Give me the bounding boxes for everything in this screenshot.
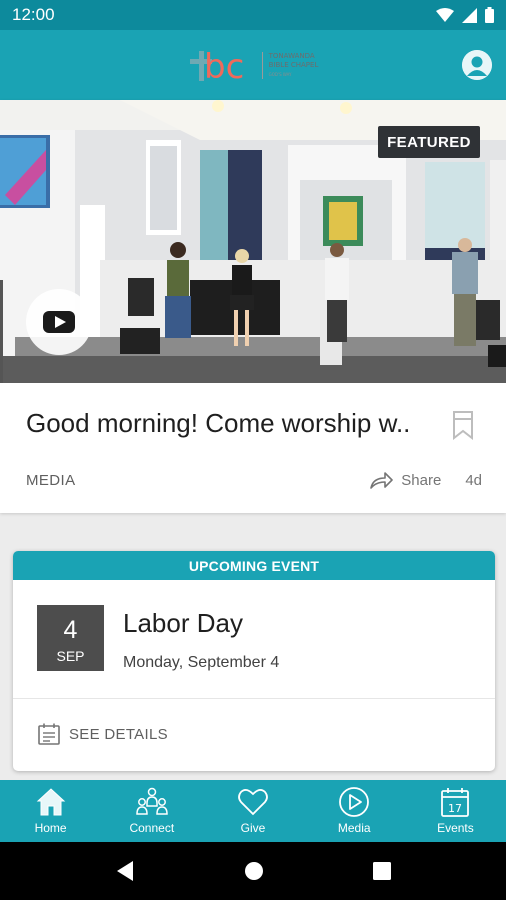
featured-post-card[interactable]: FEATURED Good morning! Come worship w.. … [0, 100, 506, 513]
tab-events-label: Events [437, 821, 474, 835]
tab-media[interactable]: Media [304, 780, 405, 842]
featured-badge: FEATURED [378, 126, 480, 158]
battery-icon [485, 7, 494, 23]
user-icon [462, 50, 492, 80]
logo-name-line2: BIBLE CHAPEL [268, 60, 319, 69]
share-arrow-icon [370, 472, 394, 489]
see-details-label: SEE DETAILS [69, 725, 168, 743]
event-day: 4 [63, 616, 78, 644]
event-card-header: UPCOMING EVENT [13, 551, 495, 580]
tab-connect-label: Connect [129, 821, 175, 835]
divider [13, 698, 495, 699]
tab-connect[interactable]: Connect [101, 780, 202, 842]
event-month: SEP [56, 648, 85, 664]
logo-tagline: GOD'S WAY [268, 71, 292, 77]
logo-text: TONAWANDA BIBLE CHAPEL GOD'S WAY [261, 51, 319, 79]
status-time: 12:00 [12, 5, 55, 24]
profile-button[interactable] [462, 50, 492, 80]
share-button[interactable]: Share [369, 471, 441, 489]
tab-give-label: Give [240, 821, 266, 835]
tab-media-label: Media [337, 821, 371, 835]
post-age: 4d [465, 471, 482, 489]
recents-icon[interactable] [373, 862, 392, 880]
logo-mark: bc [188, 47, 254, 87]
upcoming-event-card[interactable]: UPCOMING EVENT 4 SEP Labor Day Monday, S… [13, 551, 495, 771]
heart-icon [238, 789, 268, 816]
bookmark-icon [453, 411, 473, 441]
youtube-play-icon [43, 311, 75, 333]
back-icon[interactable] [115, 860, 135, 882]
church-logo[interactable]: bc TONAWANDA BIBLE CHAPEL GOD'S WAY [188, 47, 319, 87]
calendar-details-icon [38, 723, 60, 745]
calendar-icon-day: 17 [448, 802, 462, 815]
logo-cross-icon: bc [189, 47, 244, 87]
featured-video-thumbnail[interactable]: FEATURED [0, 100, 506, 383]
bottom-tab-bar: Home Connect Give Media 17 Events [0, 780, 506, 842]
tab-give[interactable]: Give [202, 780, 303, 842]
tab-home[interactable]: Home [0, 780, 101, 842]
status-bar: 12:00 [0, 0, 506, 30]
see-details-button[interactable]: SEE DETAILS [37, 722, 168, 746]
connect-icon [136, 787, 168, 815]
calendar-icon: 17 [441, 788, 470, 817]
wifi-icon [436, 8, 454, 22]
status-icons [436, 7, 494, 23]
event-title[interactable]: Labor Day [123, 608, 243, 639]
home-icon [36, 788, 65, 816]
bookmark-button[interactable] [452, 410, 474, 445]
tab-home-label: Home [34, 821, 67, 835]
event-date-box: 4 SEP [37, 605, 104, 671]
play-icon [339, 787, 370, 817]
event-date-text: Monday, September 4 [123, 654, 280, 671]
post-category: MEDIA [26, 471, 76, 489]
logo-name-line1: TONAWANDA [268, 51, 315, 60]
post-title[interactable]: Good morning! Come worship w.. [26, 408, 436, 439]
play-video-button[interactable] [26, 289, 92, 355]
tab-events[interactable]: 17 Events [405, 780, 506, 842]
system-navigation-bar [0, 842, 506, 900]
home-circle-icon[interactable] [244, 861, 264, 881]
app-bar: bc TONAWANDA BIBLE CHAPEL GOD'S WAY [0, 30, 506, 100]
share-label: Share [401, 471, 442, 489]
cellular-icon [462, 7, 477, 23]
post-meta-row: MEDIA Share 4d [26, 468, 482, 492]
logo-letters: bc [204, 47, 244, 83]
